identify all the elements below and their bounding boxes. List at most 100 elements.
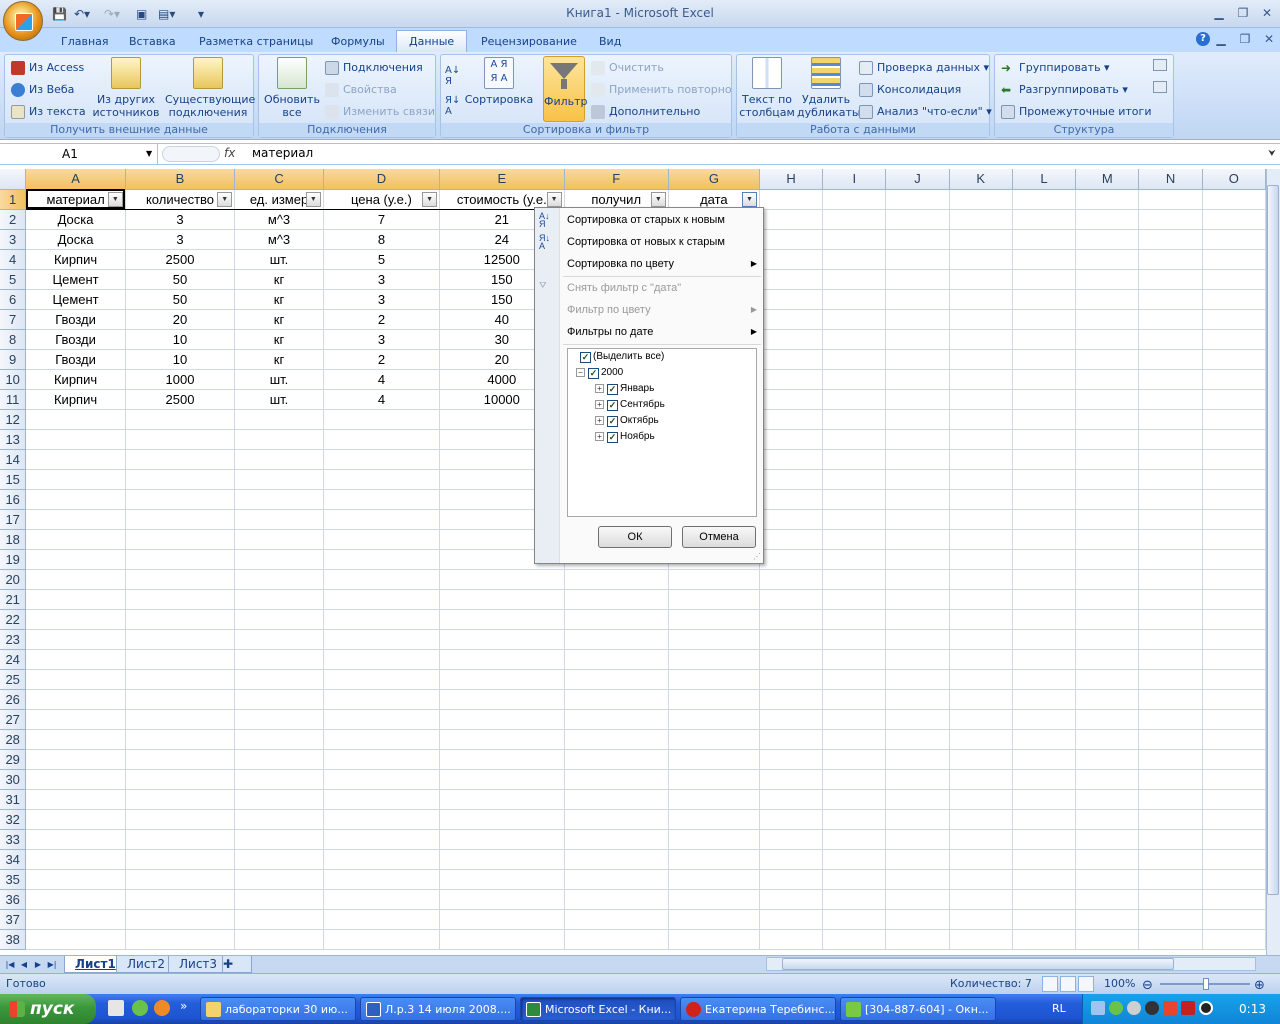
cell[interactable] <box>885 429 950 450</box>
existing-connections-button[interactable]: Существующие подключения <box>165 57 255 119</box>
column-header[interactable]: E <box>439 169 565 190</box>
tab-page-layout[interactable]: Разметка страницы <box>186 30 326 52</box>
cell[interactable] <box>949 609 1013 630</box>
cell[interactable] <box>1075 829 1140 850</box>
column-header[interactable]: L <box>1012 169 1077 190</box>
cell[interactable] <box>125 849 236 870</box>
cell[interactable] <box>668 889 760 910</box>
formula-input[interactable]: материал <box>252 146 313 160</box>
filter-dropdown-icon[interactable]: ▼ <box>305 191 321 207</box>
cell[interactable] <box>439 629 565 650</box>
cell[interactable] <box>759 609 824 630</box>
cell[interactable] <box>1075 289 1140 310</box>
cell[interactable] <box>822 329 887 350</box>
column-header[interactable]: N <box>1138 169 1203 190</box>
cell[interactable] <box>885 789 950 810</box>
cell[interactable] <box>1202 569 1266 590</box>
cell[interactable] <box>822 389 887 410</box>
cell[interactable] <box>759 369 824 390</box>
cell[interactable]: кг <box>234 269 324 290</box>
row-header[interactable]: 26 <box>0 689 27 710</box>
cell[interactable] <box>25 809 126 830</box>
cell[interactable] <box>822 289 887 310</box>
cell[interactable] <box>1075 629 1140 650</box>
cell[interactable] <box>323 609 441 630</box>
cell[interactable] <box>234 869 324 890</box>
normal-view-icon[interactable] <box>1042 976 1058 992</box>
cell[interactable] <box>1012 209 1077 230</box>
redo-icon[interactable]: ↷▾ <box>104 5 120 23</box>
tree-month-item[interactable]: + ✓ Сентябрь <box>595 398 665 412</box>
row-header[interactable]: 22 <box>0 609 27 630</box>
cell[interactable] <box>885 369 950 390</box>
cell[interactable] <box>759 909 824 930</box>
consolidate-button[interactable]: Консолидация <box>857 80 961 100</box>
cell[interactable] <box>949 329 1013 350</box>
sort-az-icon[interactable]: А↓ Я <box>445 65 460 87</box>
cell[interactable] <box>822 869 887 890</box>
cell[interactable] <box>1012 729 1077 750</box>
cell[interactable] <box>949 889 1013 910</box>
cell[interactable] <box>822 789 887 810</box>
cell[interactable]: Кирпич <box>25 389 126 410</box>
cell[interactable] <box>1138 609 1203 630</box>
cell[interactable] <box>234 709 324 730</box>
expand-icon[interactable]: + <box>595 400 604 409</box>
taskbar-opera[interactable]: Екатерина Теребинс... <box>680 997 836 1021</box>
cell[interactable] <box>822 889 887 910</box>
cell[interactable] <box>25 729 126 750</box>
cell[interactable] <box>1012 649 1077 670</box>
cell[interactable] <box>1202 529 1266 550</box>
text-to-columns-button[interactable]: Текст по столбцам <box>739 57 795 119</box>
cell[interactable] <box>949 309 1013 330</box>
cell[interactable] <box>125 689 236 710</box>
cell[interactable] <box>822 269 887 290</box>
cell[interactable] <box>1202 349 1266 370</box>
row-header[interactable]: 3 <box>0 229 27 250</box>
cell[interactable] <box>564 709 669 730</box>
show-detail-icon[interactable] <box>1153 59 1167 71</box>
cell[interactable] <box>822 409 887 430</box>
cell[interactable] <box>234 829 324 850</box>
cell[interactable] <box>25 409 126 430</box>
cell[interactable] <box>323 829 441 850</box>
cell[interactable] <box>1012 629 1077 650</box>
cell[interactable] <box>439 869 565 890</box>
cell[interactable] <box>759 469 824 490</box>
cell[interactable] <box>1138 549 1203 570</box>
cell[interactable] <box>1138 629 1203 650</box>
cell[interactable] <box>1075 309 1140 330</box>
cell[interactable] <box>323 489 441 510</box>
cell[interactable] <box>564 669 669 690</box>
cell[interactable] <box>949 849 1013 870</box>
cell[interactable] <box>1202 669 1266 690</box>
cell[interactable] <box>949 409 1013 430</box>
tree-month-item[interactable]: + ✓ Январь <box>595 382 654 396</box>
column-header[interactable]: C <box>234 169 324 190</box>
column-header[interactable]: D <box>323 169 441 190</box>
cell[interactable] <box>668 649 760 670</box>
cell[interactable] <box>25 849 126 870</box>
tray-antivirus-icon[interactable] <box>1145 1001 1159 1015</box>
cell[interactable] <box>759 509 824 530</box>
filter-dropdown-icon[interactable]: ▼ <box>546 191 562 207</box>
cell[interactable] <box>759 549 824 570</box>
row-header[interactable]: 2 <box>0 209 27 230</box>
doc-restore-icon[interactable]: ❐ <box>1234 30 1256 48</box>
cell[interactable] <box>949 229 1013 250</box>
cell[interactable] <box>759 249 824 270</box>
tab-view[interactable]: Вид <box>586 30 634 52</box>
cell[interactable] <box>822 729 887 750</box>
cell[interactable] <box>439 929 565 950</box>
cell[interactable] <box>1138 529 1203 550</box>
formula-bar-resize-handle[interactable] <box>162 146 220 162</box>
cell[interactable]: Кирпич <box>25 369 126 390</box>
cell[interactable] <box>1075 209 1140 230</box>
cell[interactable] <box>668 729 760 750</box>
cell[interactable] <box>564 749 669 770</box>
filter-values-list[interactable]: ✓ (Выделить все) − ✓ 2000 + ✓ Январь + ✓ Сентяб… <box>567 348 757 517</box>
cell[interactable] <box>759 749 824 770</box>
row-header[interactable]: 14 <box>0 449 27 470</box>
cell[interactable] <box>564 809 669 830</box>
prev-sheet-icon[interactable]: ◀ <box>18 958 30 972</box>
